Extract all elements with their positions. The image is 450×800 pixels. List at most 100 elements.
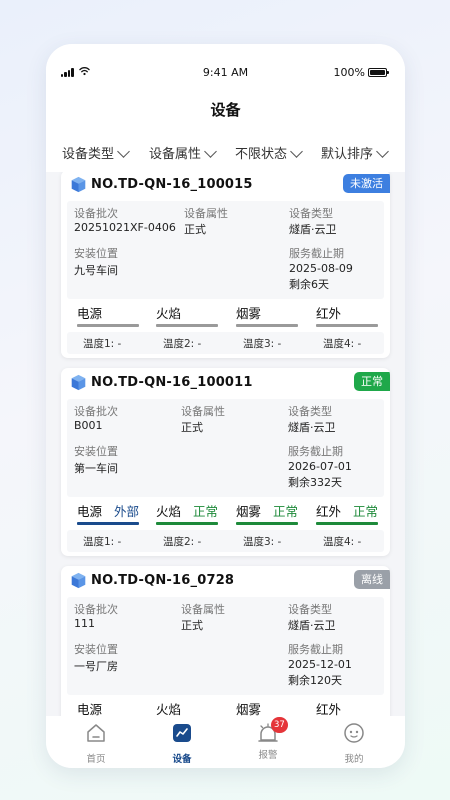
location-label: 安装位置: [74, 643, 118, 656]
remaining-days: 剩余6天: [289, 278, 329, 291]
sensor-name: 火焰: [156, 504, 182, 519]
filter-sort[interactable]: 默认排序: [321, 143, 389, 162]
type-value: 燧盾·云卫: [289, 223, 337, 236]
status-badge: 离线: [354, 570, 390, 589]
chevron-down-icon: [204, 144, 217, 158]
temperature-2: 温度2: -: [163, 536, 202, 548]
type-label: 设备类型: [289, 207, 333, 220]
location-label: 安装位置: [74, 247, 118, 260]
profile-face-icon: [344, 723, 364, 743]
tab-label: 首页: [86, 754, 106, 765]
tab-home[interactable]: 首页: [76, 722, 116, 765]
sensor-name: 火焰: [156, 306, 182, 321]
temperature-row: 温度1: - 温度2: - 温度3: - 温度4: -: [67, 530, 384, 552]
device-cube-icon: [71, 176, 86, 193]
filter-status[interactable]: 不限状态: [235, 143, 303, 162]
status-badge: 正常: [354, 372, 390, 391]
batch-value: B001: [74, 419, 103, 432]
chevron-down-icon: [376, 144, 389, 158]
device-info-block: 设备批次 设备属性 设备类型 B001 正式 燧盾·云卫 安装位置 服务截止期 …: [67, 399, 384, 497]
page-title: 设备: [210, 101, 241, 119]
sensor-name: 烟雾: [236, 504, 262, 519]
battery-percent: 100%: [333, 66, 365, 79]
sensor-bar: [77, 522, 139, 525]
device-chart-icon: [173, 724, 191, 742]
service-end-label: 服务截止期: [289, 247, 344, 260]
sensor-name: 电源: [77, 504, 103, 519]
sensor-name: 烟雾: [236, 702, 262, 716]
batch-label: 设备批次: [74, 405, 118, 418]
device-card[interactable]: NO.TD-QN-16_0728 离线 设备批次 设备属性 设备类型 111 正…: [61, 566, 390, 716]
page-header: 设备: [46, 84, 405, 132]
remaining-days: 剩余332天: [288, 476, 342, 489]
tab-device[interactable]: 设备: [162, 722, 202, 765]
attribute-value: 正式: [184, 223, 206, 236]
sensor-name: 红外: [316, 504, 342, 519]
chevron-down-icon: [290, 144, 303, 158]
attribute-value: 正式: [181, 619, 203, 632]
sensor-status: 外部: [114, 504, 140, 519]
sensor-name: 电源: [77, 702, 103, 716]
device-info-block: 设备批次 设备属性 设备类型 111 正式 燧盾·云卫 安装位置 服务截止期 一…: [67, 597, 384, 695]
filter-device-type[interactable]: 设备类型: [62, 143, 130, 162]
service-end-value: 2025-12-01: [288, 658, 352, 671]
batch-label: 设备批次: [74, 207, 118, 220]
service-end-value: 2025-08-09: [289, 262, 353, 275]
device-card[interactable]: NO.TD-QN-16_100011 正常 设备批次 设备属性 设备类型 B00…: [61, 368, 390, 556]
sensor-name: 火焰: [156, 702, 182, 716]
device-id: NO.TD-QN-16_100015: [91, 177, 253, 192]
device-cube-icon: [71, 374, 86, 391]
filter-label: 默认排序: [321, 147, 374, 162]
temperature-4: 温度4: -: [323, 338, 362, 350]
bottom-tab-bar: 首页 设备 37 报警 我的: [46, 716, 405, 768]
sensor-name: 烟雾: [236, 306, 262, 321]
temperature-2: 温度2: -: [163, 338, 202, 350]
tab-alarm[interactable]: 37 报警: [248, 717, 288, 761]
battery-icon: [368, 68, 389, 77]
service-end-value: 2026-07-01: [288, 460, 352, 473]
tab-label: 我的: [344, 754, 364, 765]
sensor-name: 红外: [316, 306, 342, 321]
service-end-label: 服务截止期: [288, 643, 343, 656]
device-list[interactable]: NO.TD-QN-16_100015 未激活 设备批次 设备属性 设备类型 20…: [46, 172, 405, 716]
sensor-bar: [316, 324, 378, 327]
sensor-name: 电源: [77, 306, 103, 321]
location-value: 九号车间: [74, 264, 118, 277]
sensor-status: 正常: [353, 504, 379, 519]
attribute-label: 设备属性: [181, 603, 225, 616]
location-value: 一号厂房: [74, 660, 118, 673]
filter-device-attribute[interactable]: 设备属性: [149, 143, 217, 162]
batch-value: 111: [74, 617, 95, 630]
device-card[interactable]: NO.TD-QN-16_100015 未激活 设备批次 设备属性 设备类型 20…: [61, 172, 390, 358]
status-badge: 未激活: [343, 174, 390, 193]
attribute-label: 设备属性: [181, 405, 225, 418]
temperature-row: 温度1: - 温度2: - 温度3: - 温度4: -: [67, 332, 384, 354]
tab-label: 报警: [258, 750, 278, 761]
device-id: NO.TD-QN-16_0728: [91, 573, 235, 588]
filter-bar: 设备类型 设备属性 不限状态 默认排序: [46, 132, 405, 172]
sensor-bar: [236, 522, 298, 525]
temperature-1: 温度1: -: [83, 338, 122, 350]
temperature-3: 温度3: -: [243, 338, 282, 350]
sensor-bar: [156, 522, 218, 525]
tab-profile[interactable]: 我的: [334, 722, 374, 765]
attribute-label: 设备属性: [184, 207, 228, 220]
filter-label: 设备类型: [62, 147, 115, 162]
type-value: 燧盾·云卫: [288, 619, 336, 632]
status-bar: 9:41 AM 100%: [46, 44, 405, 84]
filter-label: 不限状态: [235, 147, 288, 162]
alarm-count-badge: 37: [271, 717, 288, 733]
location-label: 安装位置: [74, 445, 118, 458]
temperature-4: 温度4: -: [323, 536, 362, 548]
temperature-1: 温度1: -: [83, 536, 122, 548]
tab-label: 设备: [172, 754, 192, 765]
type-label: 设备类型: [288, 405, 332, 418]
phone-screen: 9:41 AM 100% 设备 设备类型 设备属性 不限状态 默认排序 NO.T…: [46, 44, 405, 768]
attribute-value: 正式: [181, 421, 203, 434]
location-value: 第一车间: [74, 462, 118, 475]
sensor-name: 红外: [316, 702, 342, 716]
device-cube-icon: [71, 572, 86, 589]
type-value: 燧盾·云卫: [288, 421, 336, 434]
type-label: 设备类型: [288, 603, 332, 616]
sensor-bar: [316, 522, 378, 525]
